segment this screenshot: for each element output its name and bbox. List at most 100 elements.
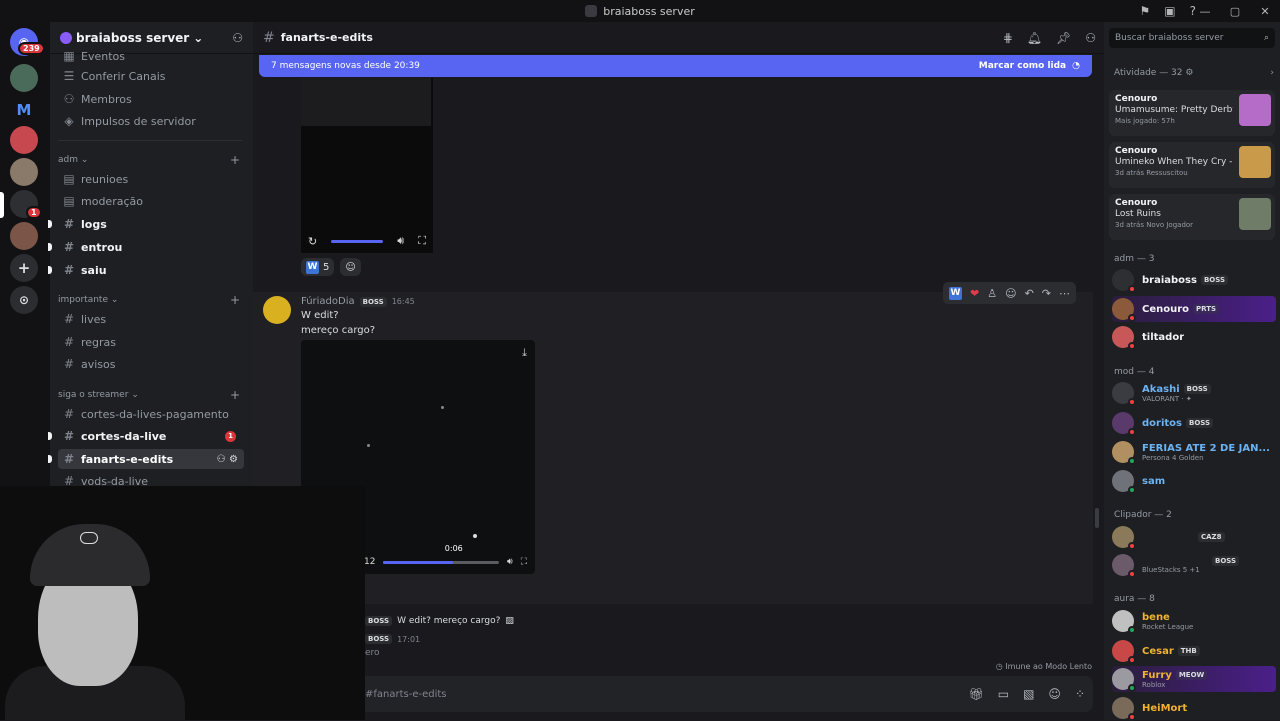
game-art (1239, 146, 1271, 178)
member-list-icon[interactable]: ⚇ (1085, 31, 1096, 45)
minimize-icon[interactable]: — (1190, 5, 1220, 18)
member-item[interactable]: Furry MEOW Roblox (1112, 666, 1276, 692)
channel-header: # fanarts-e-edits ⋕ 🔔︎ 📌︎ ⚇ (253, 22, 1104, 54)
gear-icon[interactable]: ⚙ (1185, 68, 1193, 78)
server-avatar[interactable] (10, 126, 38, 154)
members-item[interactable]: ⚇ Membros (58, 89, 244, 109)
search-input[interactable]: Buscar braiaboss server ⌕ (1109, 28, 1275, 48)
channel-lives[interactable]: # lives (58, 309, 244, 329)
member-item[interactable]: sam (1112, 468, 1276, 494)
category-importante[interactable]: importante ⌄ + (58, 293, 244, 307)
server-avatar[interactable] (10, 158, 38, 186)
role-tag: BOSS (1183, 384, 1211, 394)
channel-fanarts-e-edits[interactable]: # fanarts-e-edits ⚇ ⚙ (58, 449, 244, 469)
avatar (1112, 326, 1136, 350)
forward-icon[interactable]: ↷ (1042, 287, 1051, 300)
channel-cortes-pagamento[interactable]: # cortes-da-lives-pagamento (58, 404, 244, 424)
video-frame-detail (473, 534, 477, 538)
close-icon[interactable]: ✕ (1250, 5, 1280, 18)
gif-icon[interactable]: ▭ (998, 687, 1009, 701)
member-item[interactable]: HeiMort (1112, 695, 1276, 721)
new-messages-bar[interactable]: 7 mensagens novas desde 20:39 Marcar com… (259, 55, 1092, 77)
sticker-icon[interactable]: ♙ (987, 287, 997, 300)
server-avatar[interactable] (10, 222, 38, 250)
chevron-right-icon[interactable]: › (1270, 68, 1274, 78)
member-item[interactable]: Akashi BOSS VALORANT · ✦ (1112, 380, 1276, 406)
download-icon[interactable]: ⤓ (522, 346, 527, 360)
channel-entrou[interactable]: # entrou (58, 237, 244, 257)
replay-icon[interactable]: ↻ (308, 235, 317, 248)
invite-icon[interactable]: ⚇ (217, 454, 226, 465)
avatar[interactable] (263, 296, 291, 324)
volume-icon[interactable]: 🔊︎ (507, 557, 513, 567)
add-channel-icon[interactable]: + (230, 388, 240, 402)
unread-indicator (48, 243, 52, 251)
threads-icon[interactable]: ⋕ (1003, 31, 1013, 45)
boosts-item[interactable]: ◈ Impulsos de servidor (58, 111, 244, 131)
member-item[interactable]: Cesar THB (1112, 638, 1276, 664)
channel-regras[interactable]: # regras (58, 332, 244, 352)
activity-header[interactable]: Atividade — 32 ⚙ › (1114, 68, 1274, 78)
avatar (1112, 269, 1136, 293)
fullscreen-icon[interactable]: ⛶ (521, 557, 527, 567)
category-adm[interactable]: adm ⌄ + (58, 153, 244, 167)
seek-bar[interactable]: 0:06 (383, 544, 500, 564)
channel-logs[interactable]: # logs (58, 214, 244, 234)
channel-saiu[interactable]: # saiu (58, 260, 244, 280)
member-item[interactable]: FERIAS ATE 2 DE JAN... Persona 4 Golden (1112, 439, 1276, 465)
member-item[interactable]: doritos BOSS (1112, 410, 1276, 436)
status-dnd (1128, 398, 1136, 406)
browse-channels-item[interactable]: ☰ Conferir Canais (58, 66, 244, 86)
bell-icon[interactable]: 🔔︎ (1027, 31, 1042, 45)
w-emoji-icon[interactable]: W (949, 286, 962, 300)
reply-icon[interactable]: ↶ (1025, 287, 1034, 300)
more-icon[interactable]: ⋯ (1059, 287, 1070, 300)
message-input[interactable]: #fanarts-e-edits 🎁︎ ▭ ▧ ☺ ⁘ (261, 676, 1093, 712)
flag-icon[interactable]: ⚑ (1140, 4, 1151, 18)
channel-cortes-da-live[interactable]: # cortes-da-live 1 (58, 426, 244, 446)
member-item[interactable]: tiltador (1112, 324, 1276, 350)
chat-scrollbar[interactable] (1095, 508, 1099, 528)
pin-icon[interactable]: 📌︎ (1056, 31, 1071, 45)
member-item[interactable]: braiaboss BOSS (1112, 267, 1276, 293)
heart-icon[interactable]: ❤ (970, 287, 979, 300)
member-item[interactable]: bene Rocket League (1112, 608, 1276, 634)
volume-icon[interactable]: 🔊︎ (397, 234, 404, 248)
hash-icon: # (63, 357, 75, 371)
server-avatar[interactable] (10, 64, 38, 92)
activity-card[interactable]: Cenouro Umineko When They Cry - ... 3d a… (1109, 142, 1275, 188)
activity-card[interactable]: Cenouro Lost Ruins 3d atrás Novo Jogador (1109, 194, 1275, 240)
add-reaction-icon[interactable]: ☺ (1005, 287, 1016, 300)
mark-as-read-button[interactable]: Marcar como lida (979, 61, 1066, 71)
maximize-icon[interactable]: ▢ (1220, 5, 1250, 18)
activity-card[interactable]: Cenouro Umamusume: Pretty Derby Mais jog… (1109, 90, 1275, 136)
channel-reunioes[interactable]: ▤ reunioes (58, 169, 244, 189)
add-reaction-button[interactable]: ☺ (340, 258, 361, 276)
hash-icon: # (63, 429, 75, 443)
apps-icon[interactable]: ⁘ (1075, 687, 1085, 701)
discover-icon[interactable]: ⊙ (10, 286, 38, 314)
fullscreen-icon[interactable]: ⛶ (418, 234, 426, 248)
volume-bar[interactable] (331, 239, 384, 243)
reply-preview[interactable]: BOSS W edit? mereço cargo? ▨ (365, 616, 514, 626)
emoji-icon[interactable]: ☺ (1048, 687, 1061, 701)
invite-icon[interactable]: ⚇ (232, 31, 243, 45)
member-item[interactable]: Cenouro PRTS (1112, 296, 1276, 322)
video-player[interactable]: ↻ 🔊︎ ⛶ (301, 78, 433, 253)
add-server-icon[interactable]: + (10, 254, 38, 282)
add-channel-icon[interactable]: + (230, 293, 240, 307)
add-channel-icon[interactable]: + (230, 153, 240, 167)
gift-icon[interactable]: 🎁︎ (969, 687, 984, 701)
channel-moderacao[interactable]: ▤ moderação (58, 191, 244, 211)
category-siga[interactable]: siga o streamer ⌄ + (58, 388, 244, 402)
events-item[interactable]: ▦ Eventos (58, 46, 244, 66)
channel-avisos[interactable]: # avisos (58, 354, 244, 374)
member-item[interactable]: BOSS BlueStacks 5 +1 (1112, 552, 1276, 578)
reaction-w[interactable]: W5 (301, 258, 335, 276)
inbox-icon[interactable]: ▣ (1164, 4, 1175, 18)
member-item[interactable]: CAZ8 (1112, 524, 1276, 550)
gear-icon[interactable]: ⚙ (229, 454, 238, 465)
sticker-icon[interactable]: ▧ (1023, 687, 1034, 701)
role-tag: BOSS (359, 296, 387, 307)
server-m-icon[interactable]: M (10, 96, 38, 124)
